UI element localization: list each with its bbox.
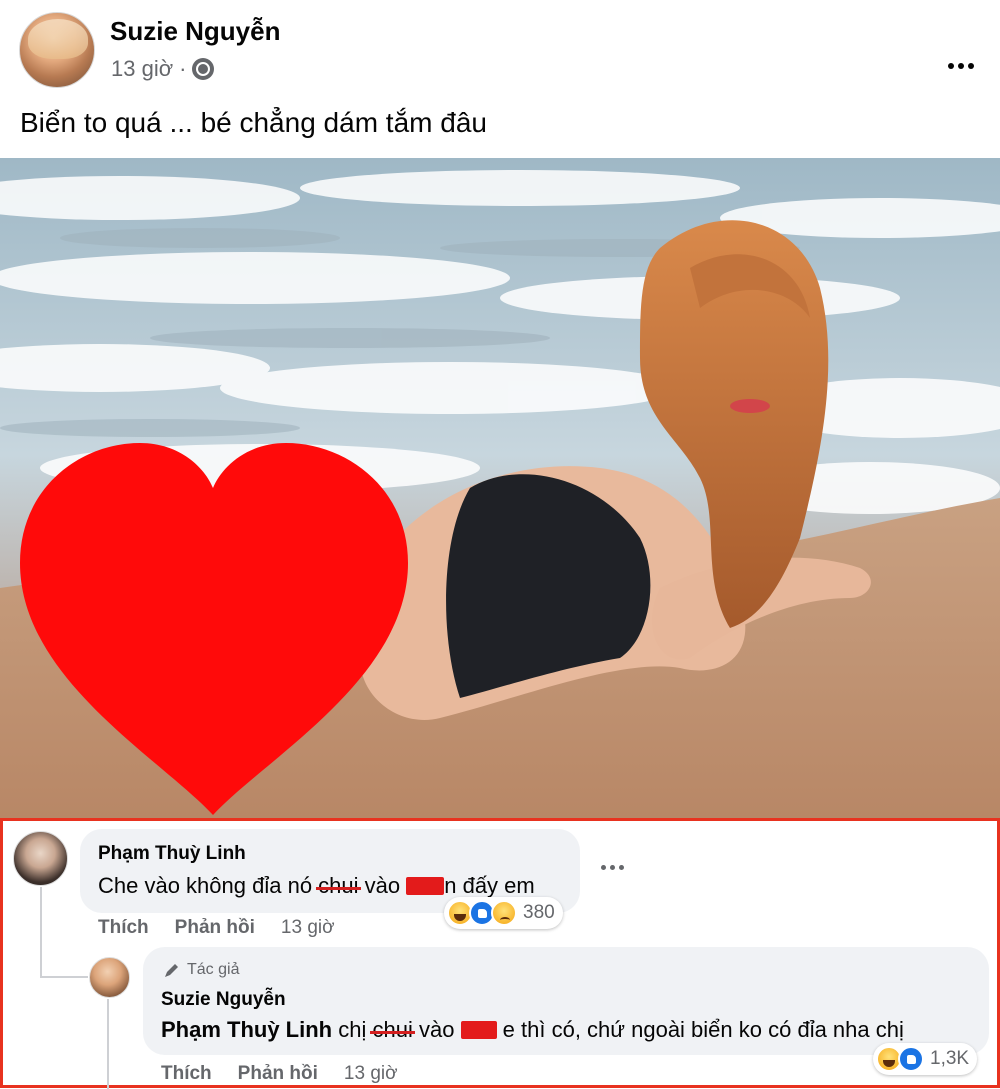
commenter-name[interactable]: Suzie Nguyễn	[161, 989, 286, 1011]
reply-action[interactable]: Phản hồi	[175, 917, 255, 939]
struck-word: chui	[316, 873, 361, 898]
comment-text-part: chị	[332, 1017, 373, 1042]
thread-line	[107, 999, 109, 1089]
redaction-mark	[460, 1021, 497, 1039]
reaction-summary[interactable]: 380	[444, 897, 563, 929]
more-dot	[968, 63, 974, 69]
reply-action[interactable]: Phản hồi	[238, 1063, 318, 1085]
comment-time[interactable]: 13 giờ	[344, 1063, 398, 1085]
post-header: Suzie Nguyễn 13 giờ ·	[0, 0, 1000, 95]
comment-time[interactable]: 13 giờ	[281, 917, 335, 939]
more-dot	[610, 865, 615, 870]
more-dot	[619, 865, 624, 870]
author-avatar[interactable]	[19, 12, 95, 88]
comment-more-button[interactable]	[601, 865, 624, 870]
author-name[interactable]: Suzie Nguyễn	[110, 16, 280, 47]
comment-text-part: e thì có, chứ ngoài biển ko có đỉa nha c…	[496, 1017, 904, 1042]
comment-text-part: Che vào không đỉa nó	[98, 873, 319, 898]
comments-highlight-box: Phạm Thuỳ Linh Che vào không đỉa nó chui…	[0, 818, 1000, 1089]
post-time[interactable]: 13 giờ	[111, 56, 173, 82]
like-action[interactable]: Thích	[161, 1063, 212, 1085]
post-meta: 13 giờ ·	[111, 56, 215, 82]
pencil-icon	[165, 964, 178, 977]
commenter-name[interactable]: Phạm Thuỳ Linh	[98, 843, 246, 865]
reaction-count: 380	[523, 902, 555, 923]
comment-actions: Thích Phản hồi 13 giờ	[98, 917, 335, 939]
post-photo[interactable]	[0, 158, 1000, 818]
author-badge: Tác giả	[163, 961, 239, 979]
thread-line	[40, 976, 88, 978]
reaction-count: 1,3K	[930, 1048, 970, 1069]
redaction-mark	[406, 877, 445, 895]
struck-word: chui	[370, 1017, 416, 1042]
comment-text: Che vào không đỉa nó chui vào n đấy em	[98, 873, 535, 899]
post-more-button[interactable]	[948, 58, 980, 74]
more-dot	[958, 63, 964, 69]
author-badge-label: Tác giả	[187, 961, 240, 978]
more-horizontal-icon	[948, 63, 954, 69]
reaction-summary[interactable]: 1,3K	[873, 1043, 978, 1075]
thread-line	[40, 887, 42, 977]
beach-photo-image	[0, 158, 1000, 818]
comment-text-part: vào	[358, 873, 407, 898]
globe-icon[interactable]	[192, 58, 215, 80]
reply-text: Phạm Thuỳ Linh chị chui vào e thì có, ch…	[161, 1017, 904, 1043]
like-icon	[898, 1046, 924, 1072]
mention-link[interactable]: Phạm Thuỳ Linh	[161, 1017, 332, 1042]
commenter-avatar[interactable]	[13, 831, 68, 886]
post-caption: Biển to quá ... bé chẳng dám tắm đâu	[20, 107, 487, 138]
comment-text-part: vào	[412, 1017, 461, 1042]
comment-text-part: n đấy em	[444, 873, 535, 898]
sad-icon	[491, 900, 517, 926]
more-horizontal-icon	[601, 865, 606, 870]
comment-actions: Thích Phản hồi 13 giờ	[161, 1063, 398, 1085]
commenter-avatar[interactable]	[89, 957, 130, 998]
meta-separator: ·	[179, 56, 187, 81]
like-action[interactable]: Thích	[98, 917, 149, 939]
